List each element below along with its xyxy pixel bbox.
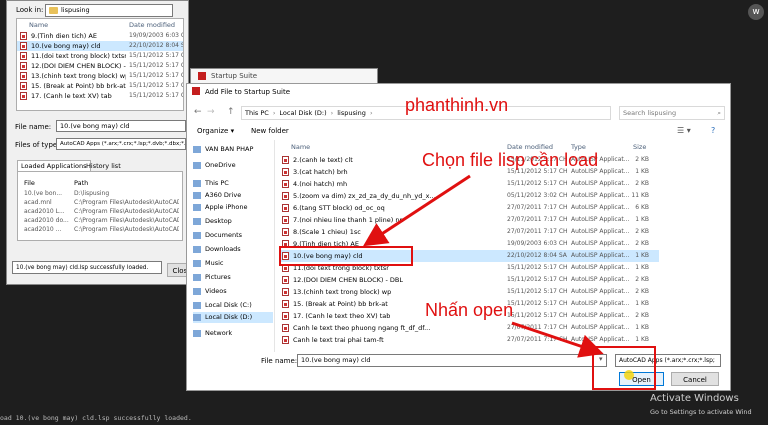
activate-windows-title: Activate Windows <box>650 393 739 404</box>
arrow-to-open <box>511 321 604 358</box>
channel-logo-icon: w <box>748 4 764 20</box>
activate-windows-subtitle: Go to Settings to activate Wind <box>650 408 752 416</box>
command-line: oad 10.(ve bong may) cld.lsp successfull… <box>0 414 192 422</box>
mouse-cursor-icon <box>624 370 634 380</box>
annotation-arrows <box>362 174 604 358</box>
arrow-to-file <box>362 174 471 247</box>
